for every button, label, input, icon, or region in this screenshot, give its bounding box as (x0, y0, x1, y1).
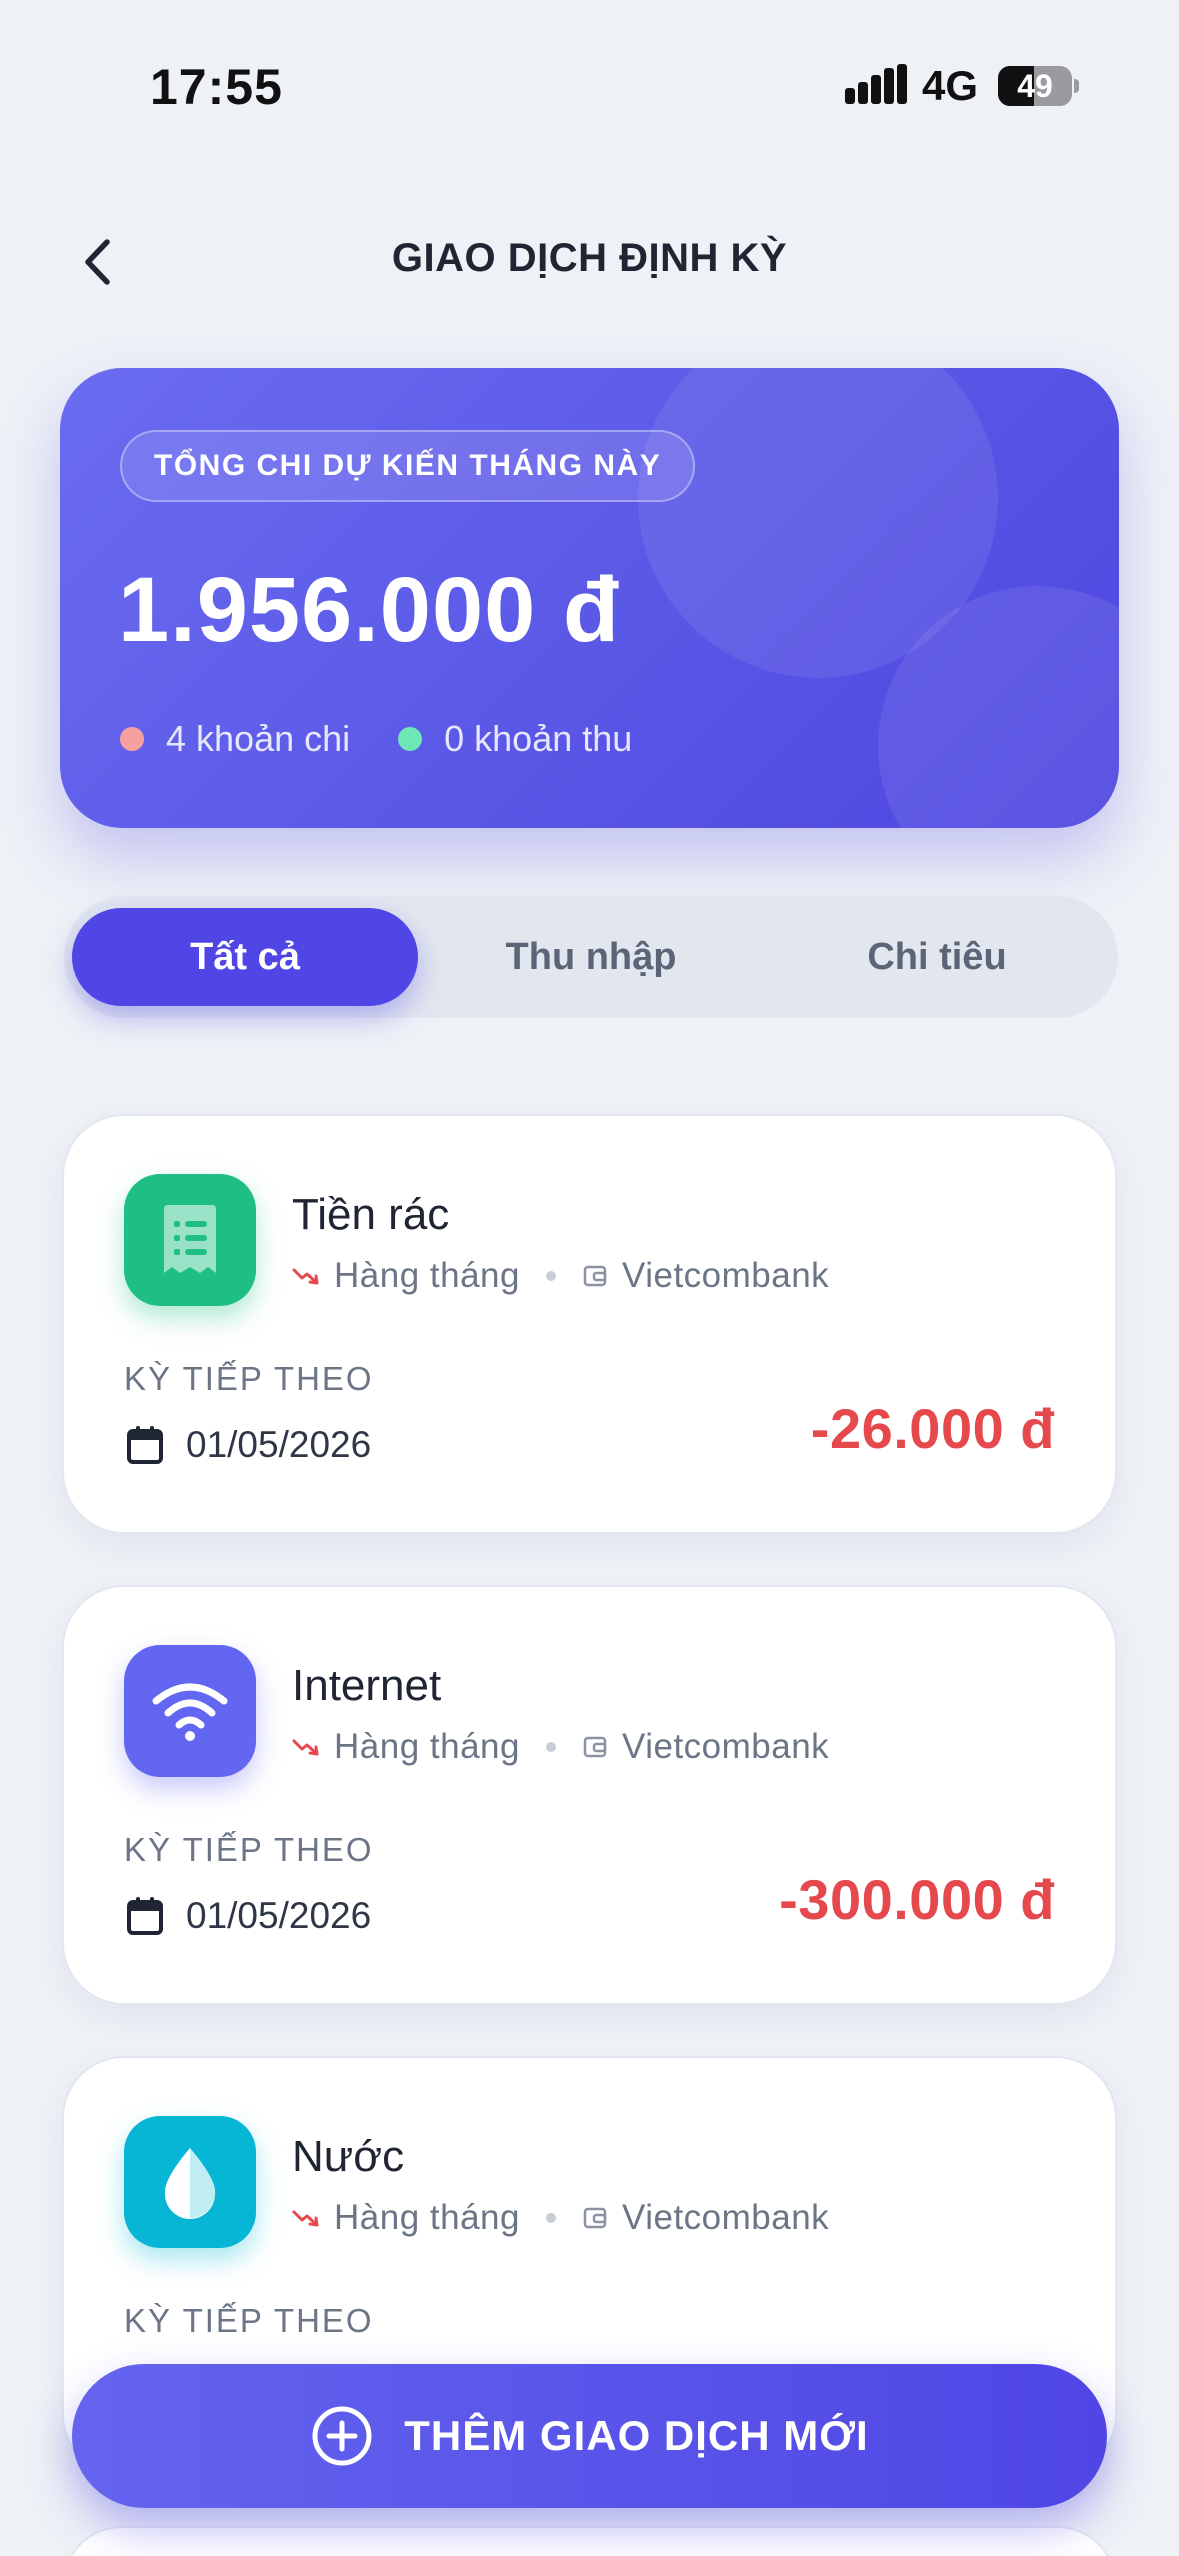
status-bar: 17:55 4G 49 (0, 0, 1179, 175)
summary-card: TỔNG CHI DỰ KIẾN THÁNG NÀY 1.956.000 đ 4… (60, 368, 1119, 828)
water-drop-icon (124, 2116, 256, 2248)
add-transaction-button[interactable]: THÊM GIAO DỊCH MỚI (72, 2364, 1107, 2508)
expense-dot (120, 727, 144, 751)
wallet-icon (583, 1736, 607, 1758)
expense-count: 4 khoản chi (166, 718, 351, 759)
transaction-frequency: Hàng tháng (334, 1256, 520, 1295)
transaction-amount: -26.000 đ (810, 1397, 1055, 1460)
wallet-icon (583, 1265, 607, 1287)
tab-income[interactable]: Thu nhập (418, 908, 764, 1006)
transaction-account: Vietcombank (621, 1727, 830, 1766)
transaction-account: Vietcombank (621, 1256, 830, 1295)
next-date-row: 01/05/2026 (126, 1895, 371, 1937)
transaction-title: Nước (292, 2132, 405, 2181)
summary-badge: TỔNG CHI DỰ KIẾN THÁNG NÀY (120, 430, 696, 502)
signal-icon (845, 64, 907, 104)
filter-tabs: Tất cả Thu nhập Chi tiêu (64, 896, 1118, 1018)
transaction-card[interactable]: Tiền rác Hàng tháng Vietcombank KỲ TIẾP … (62, 1114, 1117, 1534)
next-period-label: KỲ TIẾP THEO (124, 1360, 374, 1397)
income-dot (398, 727, 423, 751)
transaction-frequency: Hàng tháng (334, 2198, 520, 2237)
transaction-card[interactable]: Internet Hàng tháng Vietcombank KỲ TIẾP … (62, 1585, 1117, 2005)
calendar-icon (127, 1426, 163, 1464)
wallet-icon (583, 2207, 607, 2229)
transaction-meta: Hàng tháng Vietcombank (292, 2198, 829, 2238)
calendar-icon (127, 1897, 163, 1935)
next-period-label: KỲ TIẾP THEO (124, 2302, 374, 2339)
battery-icon: 49 (998, 66, 1079, 106)
separator-dot (545, 1742, 556, 1752)
trend-down-icon (292, 1739, 319, 1756)
summary-stats: 4 khoản chi 0 khoản thu (120, 718, 632, 760)
separator-dot (545, 1271, 556, 1281)
plus-circle-icon (312, 2406, 372, 2466)
trend-down-icon (292, 1268, 319, 1285)
transaction-meta: Hàng tháng Vietcombank (292, 1256, 829, 1296)
battery-level: 49 (1017, 68, 1053, 104)
tab-expense[interactable]: Chi tiêu (764, 908, 1110, 1006)
next-period-label: KỲ TIẾP THEO (124, 1831, 374, 1868)
trend-down-icon (292, 2210, 319, 2227)
summary-amount: 1.956.000 đ (118, 559, 621, 661)
page-title: GIAO DỊCH ĐỊNH KỲ (391, 236, 788, 280)
income-stat: 0 khoản thu (398, 718, 632, 760)
add-transaction-label: THÊM GIAO DỊCH MỚI (404, 2412, 869, 2459)
status-time: 17:55 (150, 59, 283, 115)
tab-all[interactable]: Tất cả (72, 908, 418, 1006)
transaction-title: Tiền rác (292, 1190, 450, 1239)
transaction-frequency: Hàng tháng (334, 1727, 520, 1766)
transaction-amount: -300.000 đ (779, 1868, 1055, 1931)
next-date: 01/05/2026 (186, 1895, 372, 1936)
transaction-meta: Hàng tháng Vietcombank (292, 1727, 829, 1767)
transaction-title: Internet (292, 1661, 442, 1710)
transaction-account: Vietcombank (621, 2198, 830, 2237)
separator-dot (545, 2213, 556, 2223)
wifi-icon (124, 1645, 256, 1777)
expense-stat: 4 khoản chi (120, 718, 350, 760)
income-count: 0 khoản thu (444, 718, 633, 759)
network-label: 4G (922, 62, 979, 109)
transaction-card[interactable] (62, 2526, 1117, 2556)
next-date: 01/05/2026 (186, 1424, 372, 1465)
receipt-icon (124, 1174, 256, 1306)
next-date-row: 01/05/2026 (126, 1424, 371, 1466)
